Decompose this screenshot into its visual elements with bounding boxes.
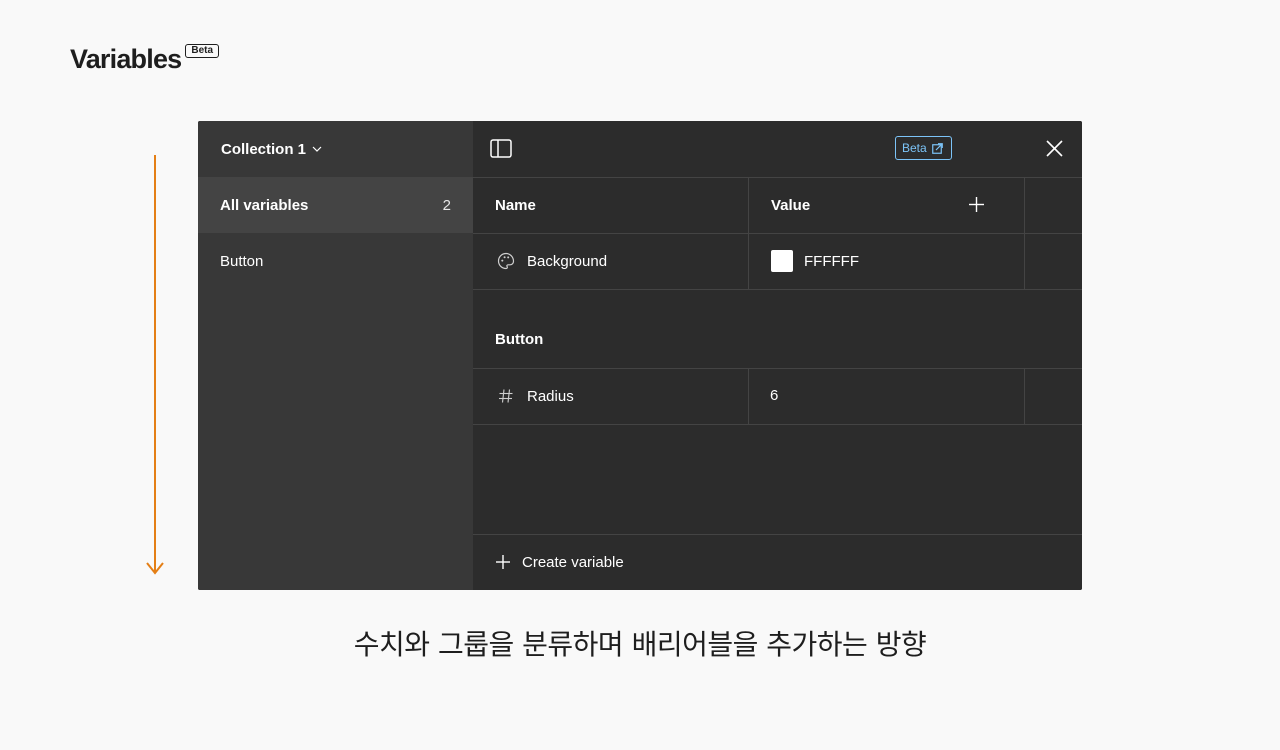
chevron-down-icon [312, 146, 322, 152]
page-title: Variables [70, 44, 182, 74]
beta-feedback-link[interactable]: Beta [895, 136, 952, 160]
variable-name-cell[interactable]: Radius [497, 368, 574, 424]
divider [473, 534, 1082, 535]
collections-sidebar: Collection 1 All variables 2 Button [198, 121, 473, 590]
column-header-value: Value [771, 196, 811, 214]
column-divider [1024, 177, 1025, 289]
variable-value-cell[interactable]: 6 [770, 367, 778, 423]
palette-icon [497, 252, 515, 270]
close-icon[interactable] [1046, 140, 1063, 157]
column-divider [1024, 368, 1025, 424]
hash-icon [497, 387, 515, 405]
variable-name: Background [527, 252, 608, 270]
column-divider [748, 177, 749, 289]
variable-value-cell[interactable]: FFFFFF [771, 233, 859, 289]
beta-badge: Beta [185, 44, 220, 58]
external-link-icon [931, 142, 943, 154]
variable-name: Radius [527, 387, 574, 405]
sidebar-toggle-icon[interactable] [490, 139, 512, 159]
beta-link-label: Beta [902, 141, 927, 155]
plus-icon [495, 554, 511, 570]
divider [473, 424, 1082, 425]
group-header: Button [495, 330, 544, 348]
collection-name: Collection 1 [221, 140, 307, 158]
create-variable-button[interactable]: Create variable [495, 547, 624, 577]
variable-count: 2 [442, 196, 451, 214]
variable-name-cell[interactable]: Background [497, 233, 607, 289]
color-swatch [771, 250, 793, 272]
variable-value: 6 [770, 386, 779, 404]
sidebar-item-label: Button [220, 252, 264, 270]
sidebar-item-all-variables[interactable]: All variables 2 [198, 177, 473, 233]
caption-text: 수치와 그룹을 분류하며 배리어블을 추가하는 방향 [353, 628, 927, 661]
add-mode-icon[interactable] [968, 196, 985, 213]
sidebar-item-button[interactable]: Button [198, 233, 473, 289]
variables-panel: Collection 1 All variables 2 Button Beta… [198, 121, 1082, 590]
page-heading: Variables Beta [70, 42, 220, 76]
variable-value: FFFFFF [804, 252, 859, 270]
down-arrow-icon [146, 155, 164, 575]
divider [473, 289, 1082, 290]
column-header-name: Name [495, 196, 536, 214]
collection-dropdown[interactable]: Collection 1 [221, 138, 322, 160]
column-divider [748, 368, 749, 424]
sidebar-item-label: All variables [220, 196, 309, 214]
create-variable-label: Create variable [522, 553, 624, 571]
